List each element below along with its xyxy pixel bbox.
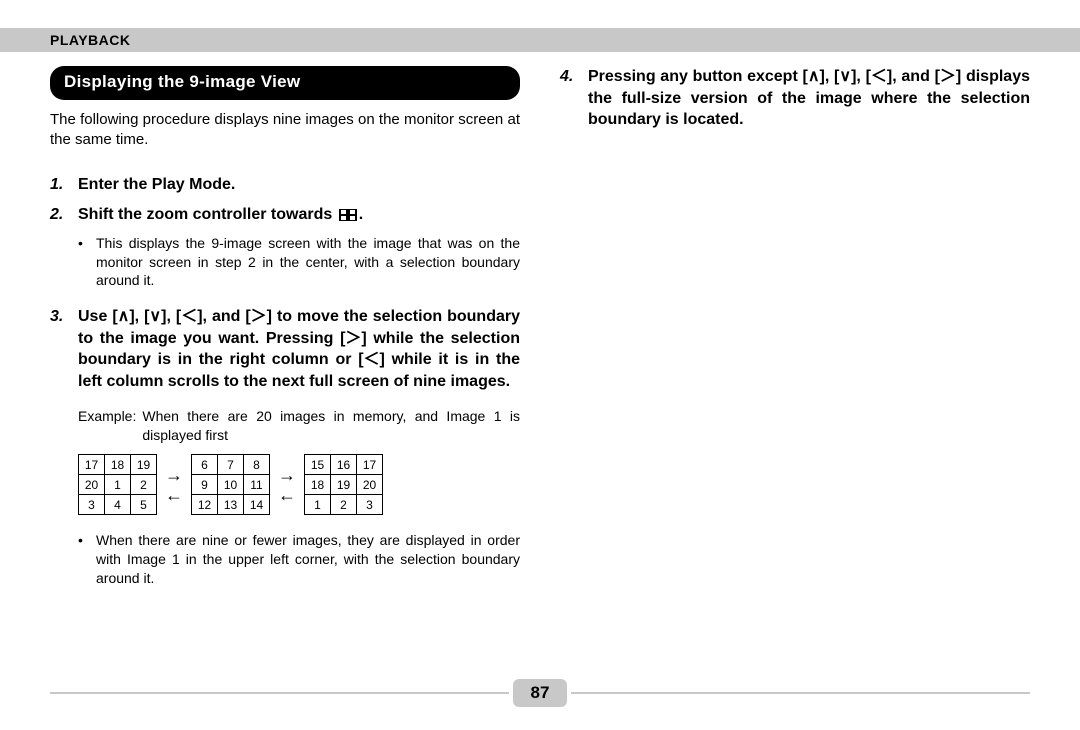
bullet-icon: • xyxy=(78,531,96,588)
note-text: When there are nine or fewer images, the… xyxy=(96,531,520,588)
step-2-subnote: • This displays the 9-image screen with … xyxy=(78,234,520,291)
zoom-out-icon xyxy=(339,209,357,221)
content: Displaying the 9-image View The followin… xyxy=(50,66,1030,680)
arrow-right-icon: → xyxy=(278,466,296,484)
page-number: 87 xyxy=(513,679,567,707)
footer-line-right xyxy=(571,692,1030,694)
subnote-text: This displays the 9-image screen with th… xyxy=(96,234,520,291)
step-number: 1. xyxy=(50,174,78,196)
step-text: Use [∧], [∨], [＜], and [＞] to move the s… xyxy=(78,306,520,392)
arrow-pair-2: → ← xyxy=(278,466,296,504)
step-text: Pressing any button except [∧], [∨], [＜]… xyxy=(588,66,1030,131)
grid-3: 151617 181920 123 xyxy=(304,454,383,515)
arrow-pair-1: → ← xyxy=(165,466,183,504)
arrow-left-icon: ← xyxy=(165,486,183,504)
example-label: Example: When there are 20 images in mem… xyxy=(78,407,520,445)
step-3-note: • When there are nine or fewer images, t… xyxy=(78,531,520,588)
left-column: Displaying the 9-image View The followin… xyxy=(50,66,520,680)
header-bar: PLAYBACK xyxy=(0,28,1080,52)
footer: 87 xyxy=(50,678,1030,708)
example-text: When there are 20 images in memory, and … xyxy=(142,407,520,445)
step-number: 4. xyxy=(560,66,588,131)
step-text: Shift the zoom controller towards . xyxy=(78,204,520,226)
step-number: 2. xyxy=(50,204,78,226)
arrow-left-icon: ← xyxy=(278,486,296,504)
step-2: 2. Shift the zoom controller towards . xyxy=(50,204,520,226)
header-section: PLAYBACK xyxy=(50,32,131,48)
grid-example: 171819 2012 345 → ← 678 91011 121314 → ←… xyxy=(78,454,520,515)
right-column: 4. Pressing any button except [∧], [∨], … xyxy=(560,66,1030,680)
arrow-right-icon: → xyxy=(165,466,183,484)
step-text: Enter the Play Mode. xyxy=(78,174,520,196)
intro-text: The following procedure displays nine im… xyxy=(50,110,520,151)
step-text-after: . xyxy=(359,206,363,223)
step-3: 3. Use [∧], [∨], [＜], and [＞] to move th… xyxy=(50,306,520,392)
section-title: Displaying the 9-image View xyxy=(50,66,520,100)
grid-1: 171819 2012 345 xyxy=(78,454,157,515)
step-1: 1. Enter the Play Mode. xyxy=(50,174,520,196)
step-number: 3. xyxy=(50,306,78,392)
bullet-icon: • xyxy=(78,234,96,291)
example-prefix: Example: xyxy=(78,407,136,445)
step-4: 4. Pressing any button except [∧], [∨], … xyxy=(560,66,1030,131)
footer-line-left xyxy=(50,692,509,694)
step-text-before: Shift the zoom controller towards xyxy=(78,206,337,223)
grid-2: 678 91011 121314 xyxy=(191,454,270,515)
